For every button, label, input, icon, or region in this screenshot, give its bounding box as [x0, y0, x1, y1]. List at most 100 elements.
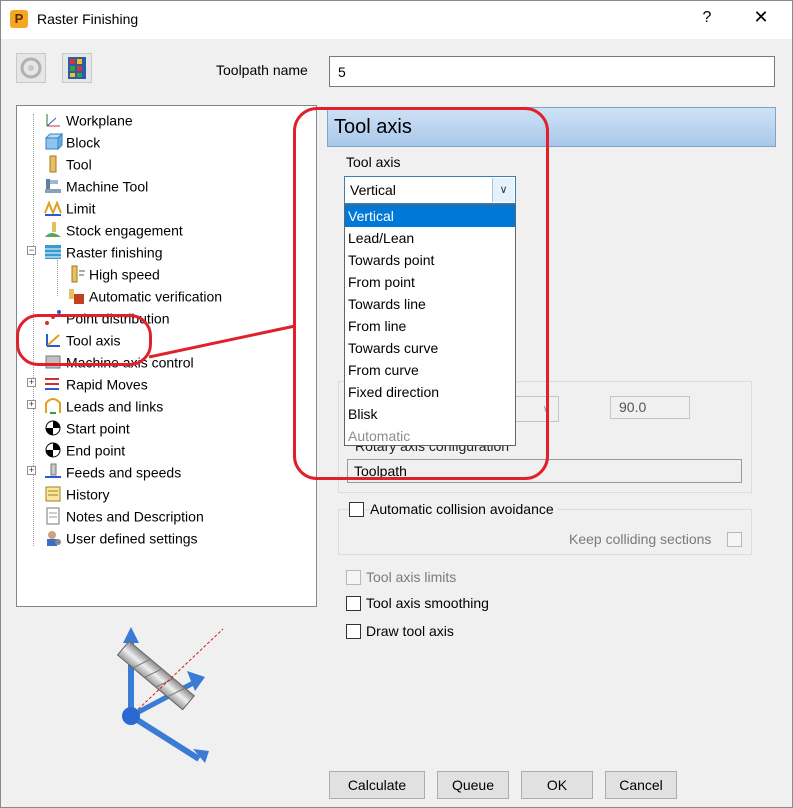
user-settings-icon	[43, 529, 63, 547]
tree-item-tool[interactable]: Tool	[43, 153, 92, 173]
tree-item-history[interactable]: History	[43, 483, 110, 503]
tree-item-tool-axis[interactable]: Tool axis	[43, 329, 120, 349]
axis-direction-select: ∨	[509, 396, 559, 422]
tree-item-label: Automatic verification	[89, 288, 223, 305]
dropdown-option[interactable]: Vertical	[345, 205, 515, 227]
dropdown-option[interactable]: From point	[345, 271, 515, 293]
tree-item-start-point[interactable]: Start point	[43, 417, 130, 437]
machine-tool-icon	[43, 177, 63, 195]
tool-axis-dropdown: Vertical Lead/Lean Towards point From point…	[344, 204, 516, 446]
draw-tool-axis-checkbox[interactable]	[346, 624, 361, 639]
dropdown-option[interactable]: Lead/Lean	[345, 227, 515, 249]
tree-item-label: Limit	[66, 200, 96, 217]
keep-colliding-checkbox	[727, 532, 742, 547]
tool-axis-smoothing-checkbox[interactable]	[346, 596, 361, 611]
angle-field: 90.0	[610, 396, 690, 419]
notes-icon	[43, 507, 63, 525]
dropdown-option[interactable]: From line	[345, 315, 515, 337]
machine-axis-control-icon	[43, 353, 63, 371]
tree-item-label: History	[66, 486, 110, 503]
tool-axis-smoothing-label: Tool axis smoothing	[366, 595, 489, 611]
section-header: Tool axis	[327, 107, 776, 147]
leads-links-icon	[43, 397, 63, 415]
dropdown-option[interactable]: From curve	[345, 359, 515, 381]
automatic-verification-icon	[66, 287, 86, 305]
tree-item-machine-axis-control[interactable]: Machine axis control	[43, 351, 194, 371]
window-title: Raster Finishing	[37, 11, 139, 27]
tree-item-label: Rapid Moves	[66, 376, 148, 393]
ok-button[interactable]: OK	[521, 771, 593, 799]
start-point-icon	[43, 419, 63, 437]
tree-item-rapid-moves[interactable]: Rapid Moves	[43, 373, 148, 393]
tree-item-user-settings[interactable]: User defined settings	[43, 527, 198, 547]
history-icon	[43, 485, 63, 503]
tool-axis-select[interactable]: Vertical ∨	[344, 176, 516, 204]
feeds-speeds-icon	[43, 463, 63, 481]
high-speed-icon	[66, 265, 86, 283]
tree-item-label: User defined settings	[66, 530, 198, 547]
tree-item-label: Machine Tool	[66, 178, 149, 195]
tree-item-stock-engagement[interactable]: Stock engagement	[43, 219, 183, 239]
dropdown-option[interactable]: Towards point	[345, 249, 515, 271]
tree-expander-expand[interactable]: +	[27, 466, 36, 475]
tree-item-high-speed[interactable]: High speed	[66, 263, 160, 283]
tool-axis-limits-checkbox	[346, 570, 361, 585]
chevron-down-icon: ∨	[542, 404, 550, 415]
tree-expander-expand[interactable]: +	[27, 400, 36, 409]
tree-item-label: Block	[66, 134, 101, 151]
tree-item-machine-tool[interactable]: Machine Tool	[43, 175, 148, 195]
tree-item-label: Tool axis	[66, 332, 121, 349]
tool-axis-label: Tool axis	[346, 154, 401, 170]
toolpath-name-input[interactable]	[329, 56, 775, 87]
tree-item-limit[interactable]: Limit	[43, 197, 96, 217]
tree-item-automatic-verification[interactable]: Automatic verification	[66, 285, 222, 305]
dropdown-option[interactable]: Towards line	[345, 293, 515, 315]
dropdown-option: Automatic	[348, 428, 411, 444]
tree-item-label: Machine axis control	[66, 354, 194, 371]
queue-button[interactable]: Queue	[437, 771, 509, 799]
close-button[interactable]: ✕	[751, 7, 771, 28]
dropdown-option[interactable]: Towards curve	[345, 337, 515, 359]
auto-collision-label: Automatic collision avoidance	[370, 501, 558, 517]
tree-item-label: Feeds and speeds	[66, 464, 182, 481]
tree-item-label: Leads and links	[66, 398, 164, 415]
tree-guide-line	[57, 260, 58, 296]
help-button[interactable]: ?	[699, 9, 715, 27]
tree-item-notes[interactable]: Notes and Description	[43, 505, 204, 525]
tree-item-end-point[interactable]: End point	[43, 439, 125, 459]
dropdown-option[interactable]: Blisk	[345, 403, 515, 425]
raster-finishing-icon	[43, 243, 63, 261]
tool-axis-limits-label: Tool axis limits	[366, 569, 457, 585]
stock-engagement-icon	[43, 221, 63, 239]
tool-axis-selected-value: Vertical	[350, 182, 396, 198]
auto-collision-checkbox[interactable]	[349, 502, 364, 517]
point-distribution-icon	[43, 309, 63, 327]
cancel-button[interactable]: Cancel	[605, 771, 677, 799]
rapid-moves-icon	[43, 375, 63, 393]
workplane-icon	[43, 111, 63, 129]
tree-item-label: High speed	[89, 266, 160, 283]
tree-item-label: Raster finishing	[66, 244, 163, 261]
tree-item-raster-finishing[interactable]: Raster finishing	[43, 241, 163, 261]
settings-disabled-icon[interactable]	[16, 53, 46, 83]
tree-item-label: Start point	[66, 420, 130, 437]
calculate-button[interactable]: Calculate	[329, 771, 425, 799]
end-point-icon	[43, 441, 63, 459]
chevron-down-icon[interactable]: ∨	[492, 178, 514, 202]
rotary-axis-value[interactable]: Toolpath	[347, 459, 742, 483]
tree-item-label: End point	[66, 442, 126, 459]
tree-item-point-distribution[interactable]: Point distribution	[43, 307, 170, 327]
tree-expander-expand[interactable]: +	[27, 378, 36, 387]
dropdown-option[interactable]: Fixed direction	[345, 381, 515, 403]
tree-guide-line	[33, 114, 34, 546]
tree-item-label: Workplane	[66, 112, 133, 129]
tree-item-block[interactable]: Block	[43, 131, 100, 151]
app-logo-icon: P	[10, 10, 28, 28]
limit-icon	[43, 199, 63, 217]
palette-icon[interactable]	[62, 53, 92, 83]
tree-item-workplane[interactable]: Workplane	[43, 109, 133, 129]
tree-item-leads-links[interactable]: Leads and links	[43, 395, 163, 415]
tree-item-feeds-speeds[interactable]: Feeds and speeds	[43, 461, 181, 481]
title-bar: P Raster Finishing ? ✕	[1, 1, 792, 39]
tree-expander-collapse[interactable]: −	[27, 246, 36, 255]
